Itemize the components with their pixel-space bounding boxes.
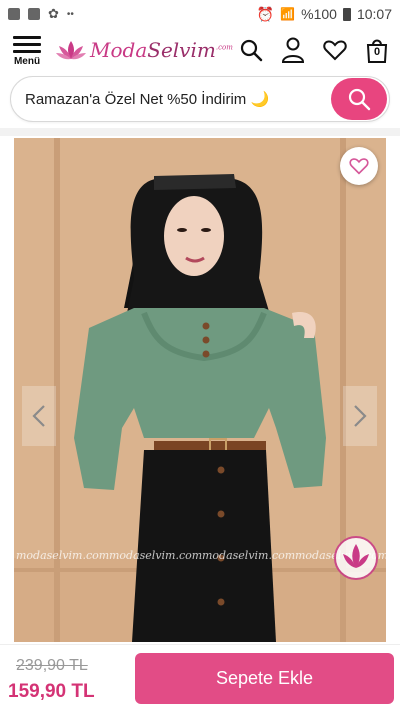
status-bar: ✿ •• ⏰ 📶 %100 10:07 xyxy=(0,0,400,28)
heart-icon[interactable] xyxy=(322,37,348,63)
current-price: 159,90 TL xyxy=(8,681,95,702)
add-to-cart-button[interactable]: Sepete Ekle xyxy=(135,653,394,704)
search-bar[interactable]: Ramazan'a Özel Net %50 İndirim 🌙 xyxy=(10,76,390,122)
site-header: Menü ModaSelvim.com 0 xyxy=(0,28,400,72)
prev-image-button[interactable] xyxy=(22,386,56,446)
hamburger-bar-2 xyxy=(13,42,41,46)
favorite-button[interactable] xyxy=(340,147,378,185)
gallery-icon xyxy=(8,8,20,20)
chevron-left-icon xyxy=(32,405,45,427)
pinwheel-icon: ✿ xyxy=(48,6,59,21)
watermark-2: modaselvim.com xyxy=(109,549,202,562)
hamburger-bar-3 xyxy=(13,49,41,53)
search-input[interactable]: Ramazan'a Özel Net %50 İndirim 🌙 xyxy=(25,90,331,108)
chevron-right-icon xyxy=(354,405,367,427)
logo-selvim: Selvim xyxy=(147,38,216,62)
status-dots: •• xyxy=(66,8,74,20)
search-button-icon xyxy=(348,88,371,111)
cart-count: 0 xyxy=(373,46,381,58)
heart-outline-icon xyxy=(349,158,369,175)
clock: 10:07 xyxy=(356,6,392,22)
logo-text: ModaSelvim.com xyxy=(90,38,233,62)
folder-icon xyxy=(28,8,40,20)
divider xyxy=(0,128,400,136)
purchase-bar: 239,90 TL 159,90 TL Sepete Ekle xyxy=(0,644,400,711)
hamburger-icon xyxy=(13,35,41,39)
menu-label: Menü xyxy=(13,55,41,67)
alarm-icon: ⏰ xyxy=(256,5,275,22)
header-icons: 0 xyxy=(238,37,390,63)
next-image-button[interactable] xyxy=(343,386,377,446)
lotus-logo-icon xyxy=(56,41,86,60)
product-image[interactable]: modaselvim.com modaselvim.com modaselvim… xyxy=(14,138,386,642)
watermark-3: modaselvim.com xyxy=(202,549,295,562)
status-left: ✿ •• xyxy=(8,6,74,22)
battery-level: %100 xyxy=(301,6,337,22)
search-button[interactable] xyxy=(331,78,387,120)
status-right: ⏰ 📶 %100 10:07 xyxy=(257,6,392,23)
logo-com: .com xyxy=(215,43,233,52)
search-icon[interactable] xyxy=(238,37,264,63)
user-icon[interactable] xyxy=(280,37,306,63)
menu-button[interactable]: Menü xyxy=(10,34,44,67)
watermark-1: modaselvim.com xyxy=(16,549,109,562)
site-logo[interactable]: ModaSelvim.com xyxy=(56,38,233,62)
battery-icon xyxy=(342,7,351,21)
cart-icon[interactable]: 0 xyxy=(364,37,390,63)
product-photo: modaselvim.com modaselvim.com modaselvim… xyxy=(14,138,386,642)
wifi-icon: 📶 xyxy=(280,7,296,21)
old-price: 239,90 TL xyxy=(16,657,88,674)
logo-moda: Moda xyxy=(90,38,148,62)
